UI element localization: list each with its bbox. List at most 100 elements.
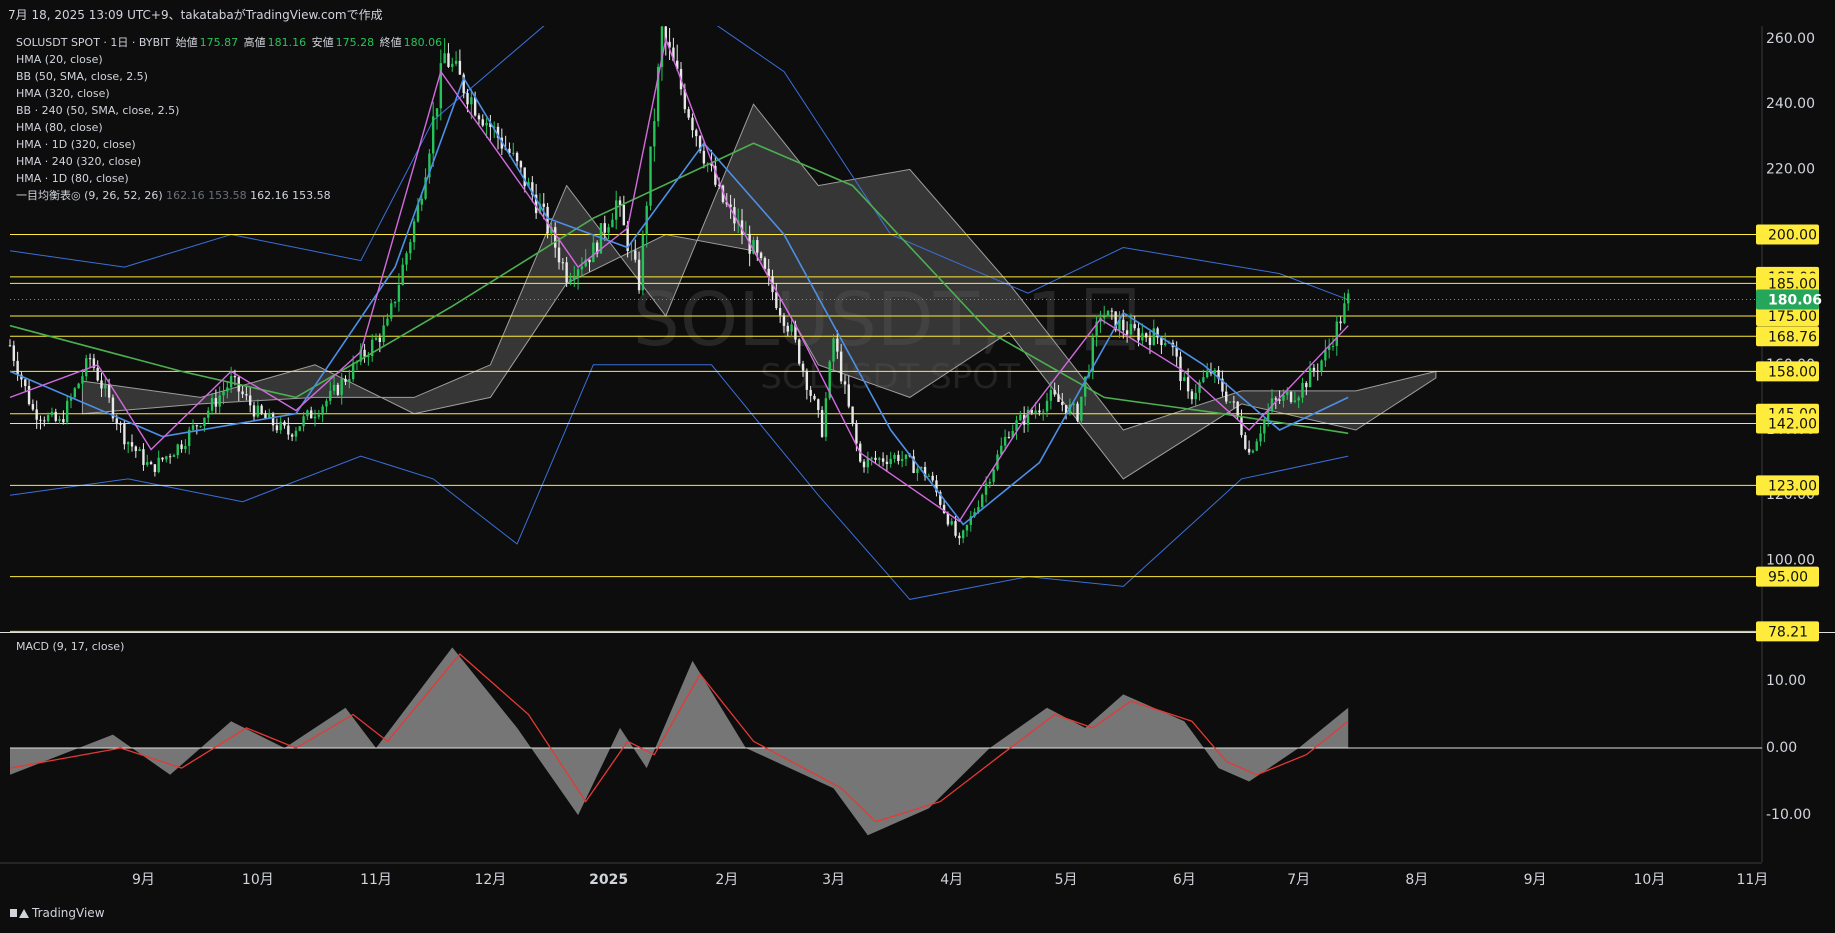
candle-body [134,446,138,451]
candle-body [1186,377,1190,392]
candle-body [1053,389,1056,395]
candle-body [1122,319,1125,331]
symbol-line[interactable]: SOLUSDT SPOT · 1日 · BYBIT 始値 175.87 高値 181… [16,34,444,51]
candle-body [817,399,820,411]
candle-body [634,250,637,260]
candle-body [1301,382,1304,398]
price-tick-label: 240.00 [1766,96,1815,112]
candle-body [801,363,805,371]
candle-body [35,409,38,420]
candle-body [477,115,481,120]
candle-body [1076,403,1079,421]
level-label: 78.21 [1768,624,1808,640]
candle-body [466,92,469,105]
candle-body [1274,398,1277,400]
indicator-hma-1d-320[interactable]: HMA · 1D (320, close) [16,136,444,153]
candle-body [485,122,488,126]
indicator-hma80[interactable]: HMA (80, close) [16,119,444,136]
indicator-hma-240-320[interactable]: HMA · 240 (320, close) [16,153,444,170]
candle-body [1331,345,1335,347]
time-tick-label: 9月 [132,872,155,888]
indicator-hma20[interactable]: HMA (20, close) [16,51,444,68]
candle-body [1034,410,1037,413]
candle-body [1263,419,1266,434]
candle-body [142,449,145,465]
candle-body [1225,391,1228,402]
candle-body [695,130,698,137]
candle-body [576,269,580,278]
candle-body [786,325,789,332]
candle-body [329,390,332,401]
time-tick-label: 8月 [1405,872,1428,888]
level-label: 200.00 [1768,228,1817,244]
candle-body [889,458,892,465]
indicator-hma-1d-80[interactable]: HMA · 1D (80, close) [16,170,444,187]
indicator-bb[interactable]: BB (50, SMA, close, 2.5) [16,68,444,85]
candle-body [1106,310,1110,317]
time-tick-label: 7月 [1287,872,1310,888]
candle-body [138,449,141,451]
candle-body [214,398,218,407]
symbol-name: SOLUSDT SPOT · 1日 · BYBIT [16,36,171,49]
candle-body [1190,391,1194,400]
time-tick-label: 10月 [242,872,274,888]
candle-body [374,337,378,340]
time-tick-label: 4月 [940,872,963,888]
candle-body [43,420,46,422]
candle-body [798,339,801,364]
candle-body [31,404,35,410]
indicator-ichimoku[interactable]: 一目均衡表◎ (9, 26, 52, 26) 162.16 153.58 162… [16,187,444,204]
time-tick-label: 2月 [715,872,738,888]
candle-body [1129,324,1133,335]
candle-body [298,426,301,431]
candle-body [1339,321,1342,324]
candle-body [961,530,965,539]
open-value: 175.87 [199,36,239,49]
candle-body [340,378,343,395]
macd-legend[interactable]: MACD (9, 17, close) [16,640,124,653]
candle-body [481,119,484,126]
close-label: 終値 [379,36,402,49]
time-tick-label: 9月 [1524,872,1547,888]
candle-body [1347,293,1350,304]
candle-body [885,461,889,465]
high-label: 高値 [243,36,266,49]
level-label: 95.00 [1768,570,1808,586]
indicator-hma320[interactable]: HMA (320, close) [16,85,444,102]
candle-body [1007,436,1011,438]
candle-body [1289,391,1293,402]
indicator-bb-240[interactable]: BB · 240 (50, SMA, close, 2.5) [16,102,444,119]
candle-body [1293,400,1297,402]
candle-body [1255,441,1258,451]
candle-body [691,117,694,131]
level-label: 158.00 [1768,364,1817,380]
candle-body [569,279,572,283]
candle-body [927,475,931,477]
ichimoku-name: 一目均衡表◎ (9, 26, 52, 26) [16,189,163,202]
candle-body [321,406,324,416]
level-label: 175.00 [1768,309,1817,325]
candle-body [855,423,858,444]
candle-body [157,457,160,472]
candle-body [1286,391,1289,395]
candle-body [260,405,263,414]
candle-body [39,419,42,421]
level-label: 168.76 [1768,329,1817,345]
candle-body [878,458,881,460]
candle-body [557,247,561,263]
candle-body [893,454,896,459]
candle-body [900,458,904,461]
candle-body [637,259,641,291]
candle-body [470,97,473,105]
candle-body [1228,401,1232,403]
candle-body [264,413,267,419]
level-label: 142.00 [1768,416,1817,432]
candle-body [1137,328,1140,341]
candle-body [271,413,275,426]
candle-body [1316,370,1319,372]
candle-body [1183,377,1186,382]
candle-body [363,349,366,357]
candle-body [546,206,549,234]
candle-body [401,264,404,285]
candle-body [123,424,126,445]
